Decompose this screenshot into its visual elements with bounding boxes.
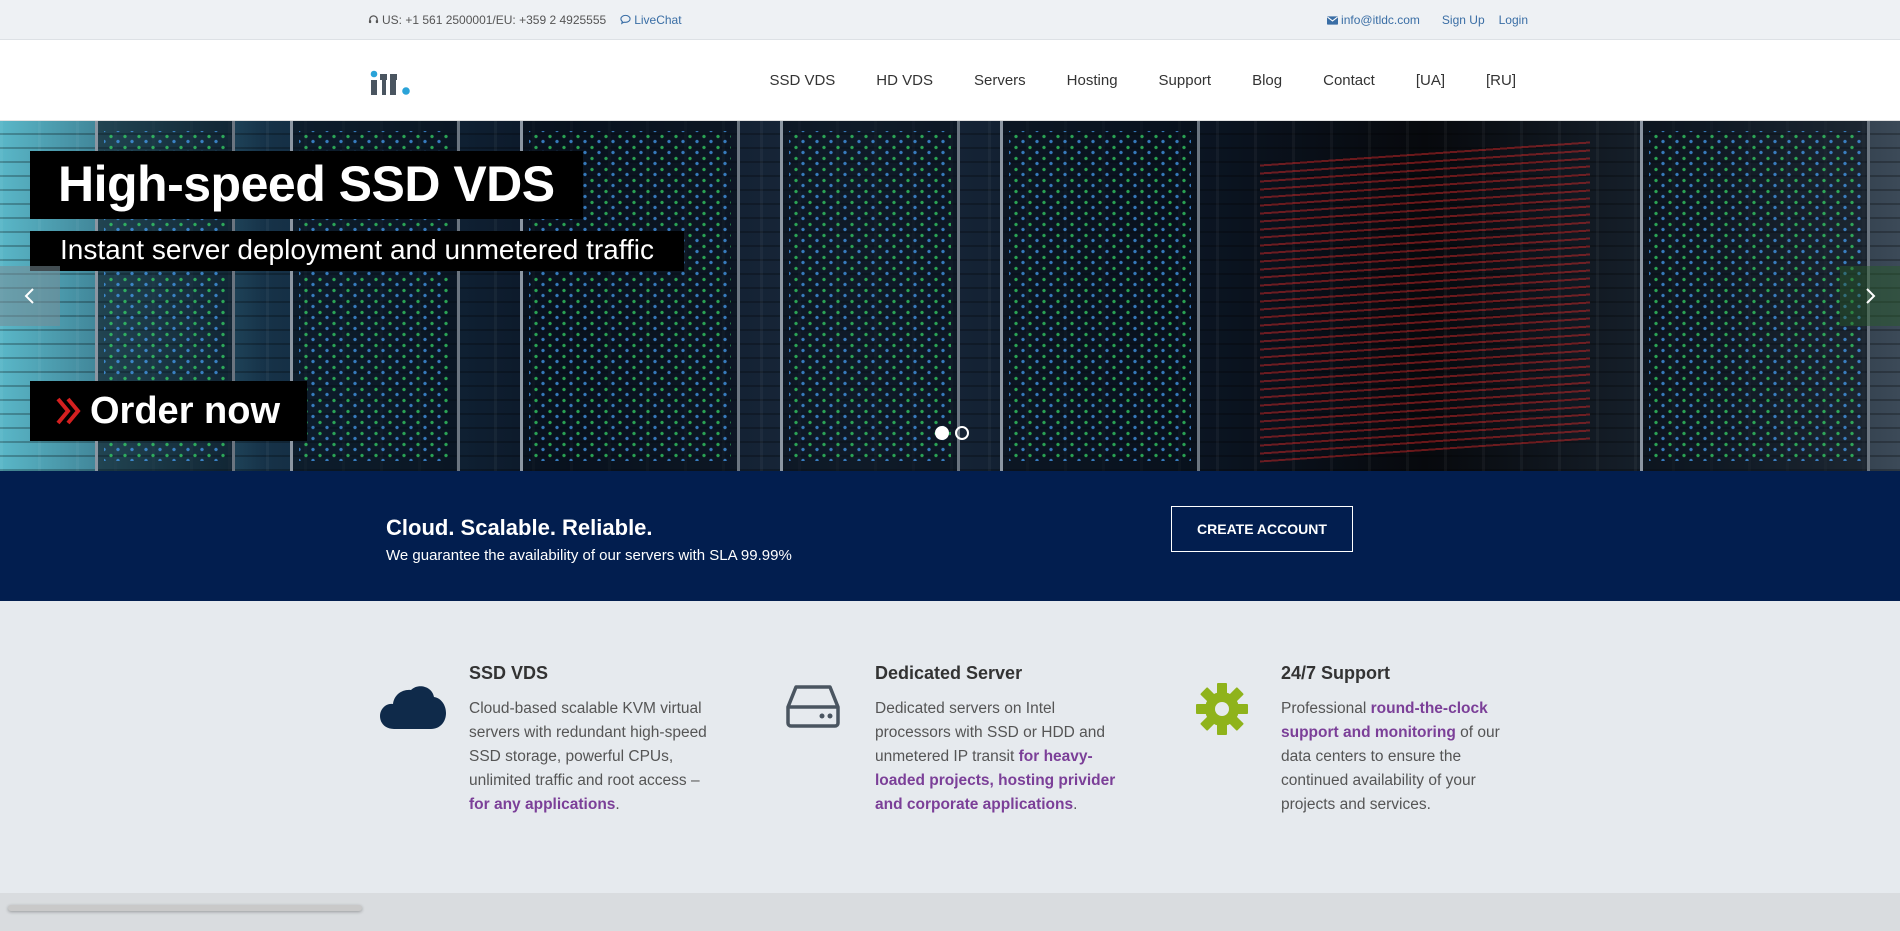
- slider-dot-1[interactable]: [935, 426, 949, 440]
- feature-title: Dedicated Server: [875, 663, 1023, 683]
- hero-title: High-speed SSD VDS: [58, 156, 555, 212]
- feature-title: SSD VDS: [469, 663, 549, 683]
- phone-info: US: +1 561 2500001/EU: +359 2 4925555: [368, 13, 606, 27]
- email-label: info@itldc.com: [1341, 13, 1420, 27]
- site-header: SSD VDS HD VDS Servers Hosting Support B…: [0, 40, 1900, 121]
- chat-bubble-icon: [620, 14, 631, 25]
- slider-pagination: [935, 426, 969, 440]
- top-bar: US: +1 561 2500001/EU: +359 2 4925555 Li…: [0, 0, 1900, 40]
- chevron-left-icon: [24, 288, 34, 304]
- create-account-button[interactable]: CREATE ACCOUNT: [1171, 506, 1353, 552]
- slider-prev-button[interactable]: [0, 266, 60, 326]
- hero-slider: High-speed SSD VDS Instant server deploy…: [0, 121, 1900, 471]
- feature-description: Professional round-the-clock support and…: [1281, 700, 1500, 813]
- band-heading: Cloud. Scalable. Reliable.: [386, 515, 653, 540]
- cloud-icon: [380, 686, 446, 729]
- nav-item-support[interactable]: Support: [1159, 72, 1212, 89]
- livechat-label: LiveChat: [634, 13, 682, 27]
- email-link[interactable]: info@itldc.com: [1327, 13, 1420, 27]
- signup-link[interactable]: Sign Up: [1442, 13, 1485, 27]
- headset-icon: [368, 15, 379, 24]
- slider-dot-2[interactable]: [955, 426, 969, 440]
- hero-subtitle-box: Instant server deployment and unmetered …: [30, 231, 685, 271]
- logo-mark: [370, 70, 410, 95]
- slider-next-button[interactable]: [1840, 266, 1900, 326]
- band-text: We guarantee the availability of our ser…: [386, 547, 792, 564]
- server-rack-image: [1000, 121, 1200, 471]
- footer-strip: [0, 893, 1900, 931]
- nav-item-hd-vds[interactable]: HD VDS: [876, 72, 933, 89]
- nav-item-hosting[interactable]: Hosting: [1067, 72, 1118, 89]
- chevron-right-icon: [1866, 288, 1876, 304]
- order-now-label: Order now: [90, 389, 281, 432]
- livechat-link[interactable]: LiveChat: [620, 13, 682, 27]
- gear-icon: [1196, 683, 1248, 735]
- order-now-button[interactable]: Order now: [30, 381, 307, 441]
- nav-item-contact[interactable]: Contact: [1323, 72, 1375, 89]
- features-section: SSD VDS Cloud-based scalable KVM virtual…: [0, 601, 1900, 893]
- hero-title-box: High-speed SSD VDS: [30, 151, 583, 219]
- nav-item-servers[interactable]: Servers: [974, 72, 1026, 89]
- nav-item-lang-ua[interactable]: [UA]: [1416, 72, 1445, 89]
- cta-band: Cloud. Scalable. Reliable. We guarantee …: [0, 471, 1900, 601]
- feature-description: Cloud-based scalable KVM virtual servers…: [469, 700, 707, 813]
- itl-logo[interactable]: [370, 66, 412, 96]
- feature-description: Dedicated servers on Intel processors wi…: [875, 700, 1116, 813]
- feature-title: 24/7 Support: [1281, 663, 1391, 683]
- feature-highlight[interactable]: for any applications: [469, 796, 615, 813]
- envelope-icon: [1327, 16, 1339, 25]
- horizontal-scrollbar[interactable]: [8, 905, 362, 911]
- double-chevron-right-icon: [56, 397, 81, 425]
- phone-numbers: US: +1 561 2500001/EU: +359 2 4925555: [382, 13, 607, 27]
- server-rack-image: [780, 121, 960, 471]
- nav-item-blog[interactable]: Blog: [1252, 72, 1282, 89]
- main-nav: SSD VDS HD VDS Servers Hosting Support B…: [728, 40, 1516, 121]
- server-rack-image: [1640, 121, 1870, 471]
- login-link[interactable]: Login: [1499, 13, 1528, 27]
- nav-item-ssd-vds[interactable]: SSD VDS: [769, 72, 835, 89]
- screen-code-image: [1260, 139, 1590, 463]
- hard-drive-icon: [786, 685, 840, 728]
- nav-item-lang-ru[interactable]: [RU]: [1486, 72, 1516, 89]
- hero-subtitle: Instant server deployment and unmetered …: [60, 234, 655, 265]
